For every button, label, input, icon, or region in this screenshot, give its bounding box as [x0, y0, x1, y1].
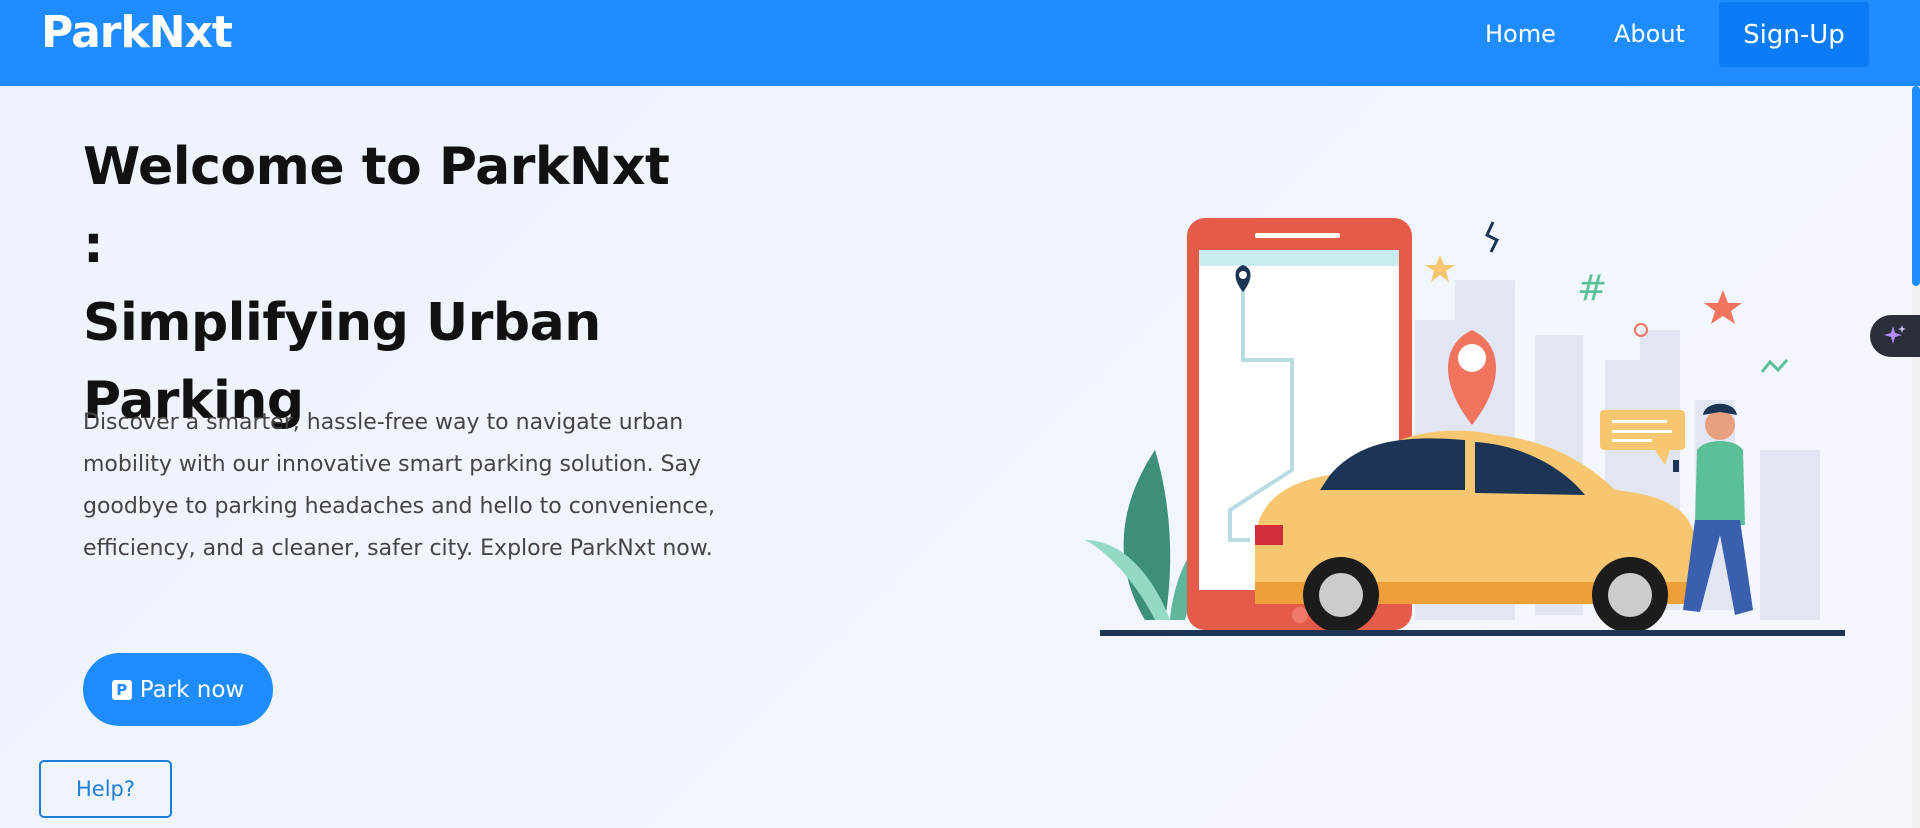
hero-illustration: # — [1085, 218, 1845, 636]
park-now-label: Park now — [139, 676, 245, 703]
nav-link-home[interactable]: Home — [1485, 20, 1556, 48]
ground-line — [1100, 630, 1845, 636]
hero-title-line-2: Simplifying Urban — [83, 293, 601, 353]
hero-description: Discover a smarter, hassle-free way to n… — [83, 410, 715, 561]
nav-link-about[interactable]: About — [1614, 20, 1685, 48]
assistant-tab[interactable] — [1870, 315, 1920, 357]
parking-p-icon: P — [111, 679, 132, 700]
brand-logo[interactable]: ParkNxt — [41, 7, 233, 58]
sparkle-icon — [1884, 325, 1906, 344]
scrollbar-thumb[interactable] — [1912, 86, 1920, 286]
hero-title: Welcome to ParkNxt : Simplifying Urban P… — [83, 128, 703, 440]
top-navbar: ParkNxt Home About Sign-Up — [0, 0, 1920, 86]
hero-title-line-1: Welcome to ParkNxt : — [83, 137, 670, 275]
signup-button[interactable]: Sign-Up — [1719, 2, 1869, 67]
park-now-button[interactable]: P Park now — [83, 653, 273, 726]
help-button[interactable]: Help? — [39, 760, 172, 818]
svg-text:#: # — [1577, 268, 1607, 309]
